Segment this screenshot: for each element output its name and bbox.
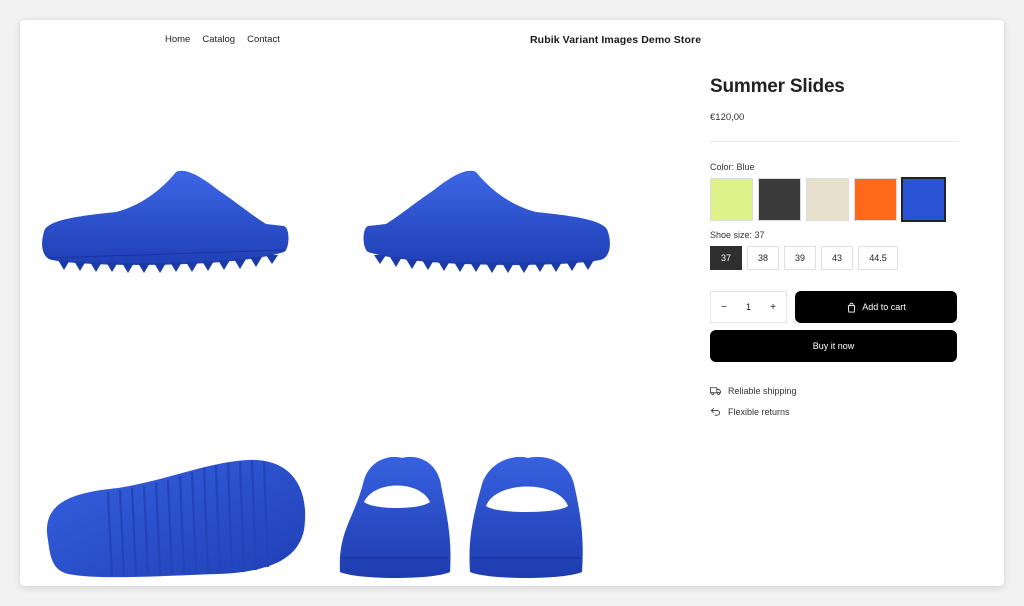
product-image-sole[interactable]: [38, 440, 318, 586]
product-image-back[interactable]: [334, 440, 614, 586]
quantity-input[interactable]: 1: [746, 302, 751, 312]
slide-sole-image: [46, 459, 306, 578]
product-price: €120,00: [710, 112, 745, 123]
store-window: Home Catalog Contact Rubik Variant Image…: [20, 20, 1004, 586]
main-nav: Home Catalog Contact: [165, 34, 280, 45]
product-features: Reliable shipping Flexible returns: [710, 380, 960, 422]
swatch-orange[interactable]: [854, 178, 897, 221]
product-image-side-left[interactable]: [38, 120, 318, 370]
truck-icon: [710, 387, 721, 395]
bag-icon: [848, 302, 856, 313]
nav-home-link[interactable]: Home: [165, 34, 190, 45]
quantity-stepper: − 1 +: [710, 291, 787, 323]
feature-shipping: Reliable shipping: [710, 380, 960, 401]
size-option-label: Shoe size: 37: [710, 230, 765, 240]
quantity-decrease-button[interactable]: −: [721, 302, 727, 313]
feature-returns-label: Flexible returns: [728, 406, 790, 417]
nav-catalog-link[interactable]: Catalog: [202, 34, 235, 45]
swatch-lime[interactable]: [710, 178, 753, 221]
quantity-increase-button[interactable]: +: [770, 302, 776, 313]
size-39[interactable]: 39: [784, 246, 816, 270]
size-38[interactable]: 38: [747, 246, 779, 270]
store-name[interactable]: Rubik Variant Images Demo Store: [530, 34, 701, 46]
color-swatches: [710, 177, 960, 222]
swatch-black[interactable]: [758, 178, 801, 221]
slide-side-mirrored-image: [363, 170, 610, 273]
product-image-side-right[interactable]: [334, 120, 614, 370]
buy-now-button[interactable]: Buy it now: [710, 330, 957, 362]
feature-shipping-label: Reliable shipping: [728, 385, 797, 396]
return-arrow-icon: [710, 407, 721, 416]
size-43[interactable]: 43: [821, 246, 853, 270]
add-to-cart-button[interactable]: Add to cart: [795, 291, 957, 323]
feature-returns: Flexible returns: [710, 401, 960, 422]
swatch-cream[interactable]: [806, 178, 849, 221]
buy-now-label: Buy it now: [812, 341, 855, 351]
product-gallery: [20, 70, 620, 586]
slide-side-image: [42, 170, 289, 273]
size-44-5[interactable]: 44.5: [858, 246, 898, 270]
slide-back-pair-image: [339, 456, 583, 578]
nav-contact-link[interactable]: Contact: [247, 34, 280, 45]
size-options: 37 38 39 43 44.5: [710, 246, 960, 270]
purchase-row: − 1 + Add to cart: [710, 291, 960, 323]
add-to-cart-label: Add to cart: [862, 302, 906, 312]
divider: [710, 141, 958, 142]
product-info: Summer Slides €120,00 Color: Blue Shoe s…: [710, 76, 960, 422]
color-option-label: Color: Blue: [710, 162, 755, 172]
product-title: Summer Slides: [710, 76, 845, 97]
swatch-blue[interactable]: [901, 177, 946, 222]
size-37[interactable]: 37: [710, 246, 742, 270]
